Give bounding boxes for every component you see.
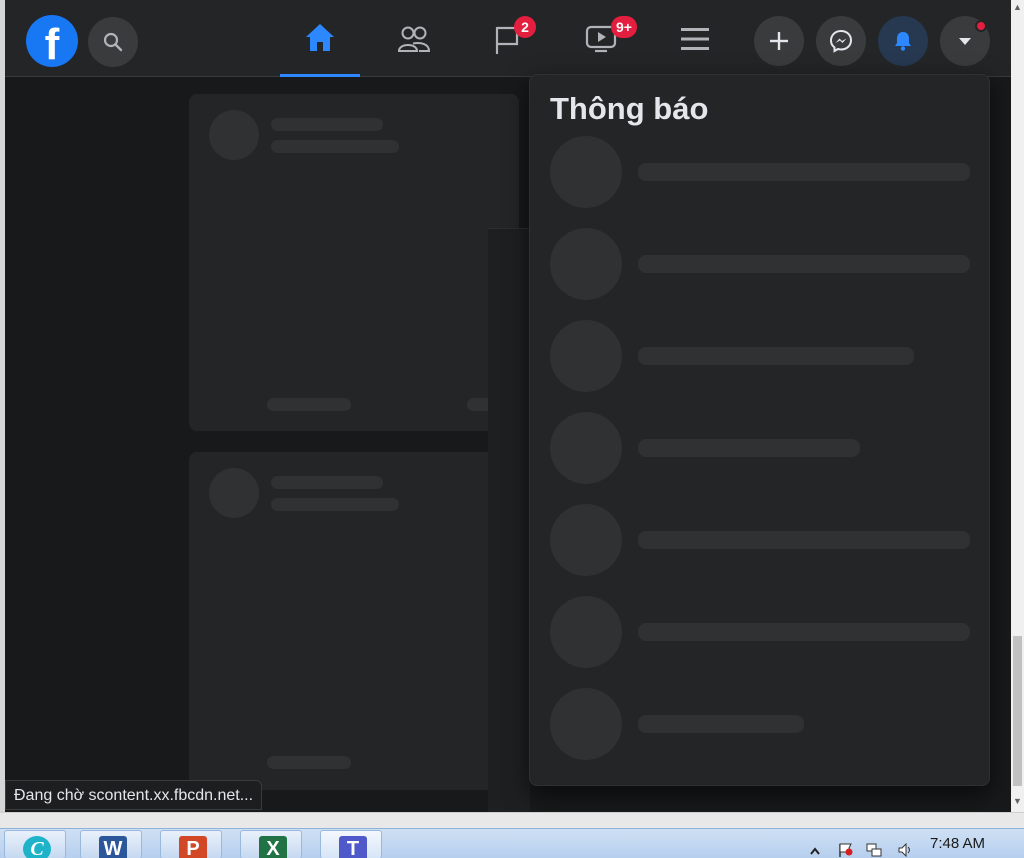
browser-status-bar: Đang chờ scontent.xx.fbcdn.net... bbox=[5, 780, 263, 810]
placeholder-line bbox=[638, 623, 970, 641]
notifications-title: Thông báo bbox=[550, 91, 709, 126]
home-icon bbox=[306, 24, 334, 51]
placeholder-avatar bbox=[550, 320, 622, 392]
facebook-logo[interactable]: f bbox=[26, 15, 78, 67]
center-column-overlay bbox=[488, 228, 530, 818]
placeholder-line bbox=[271, 476, 383, 489]
screen: f 2 9+ Thông báo ▲ ▼ Đang chờ scontent.x… bbox=[0, 0, 1024, 858]
hamburger-menu-icon bbox=[681, 27, 709, 50]
teams-icon: T bbox=[339, 836, 367, 858]
caret-down-icon bbox=[959, 38, 971, 45]
placeholder-line bbox=[638, 163, 970, 181]
placeholder-line bbox=[271, 140, 399, 153]
vertical-scrollbar[interactable]: ▲ ▼ bbox=[1011, 0, 1024, 812]
messenger-icon bbox=[829, 29, 853, 53]
taskbar-clock[interactable]: 7:48 AM bbox=[930, 835, 985, 852]
placeholder-avatar bbox=[550, 596, 622, 668]
taskbar-teams[interactable]: T bbox=[320, 830, 382, 858]
network-icon[interactable] bbox=[866, 843, 882, 857]
notifications-button[interactable] bbox=[878, 16, 928, 66]
browser-viewport: f 2 9+ Thông báo ▲ ▼ Đang chờ scontent.x… bbox=[0, 0, 1024, 828]
tray-expand-icon[interactable] bbox=[808, 843, 824, 857]
account-alert-dot bbox=[975, 20, 987, 32]
horizontal-scrollbar[interactable] bbox=[0, 812, 1024, 828]
scroll-up-arrow-icon[interactable]: ▲ bbox=[1011, 0, 1024, 14]
placeholder-line bbox=[271, 498, 399, 511]
watch-notification-badge: 9+ bbox=[611, 16, 637, 38]
notification-placeholder bbox=[550, 688, 970, 760]
placeholder-line bbox=[267, 398, 351, 411]
placeholder-avatar bbox=[550, 688, 622, 760]
placeholder-avatar bbox=[550, 228, 622, 300]
notifications-panel: Thông báo bbox=[529, 74, 990, 786]
placeholder-avatar bbox=[550, 412, 622, 484]
left-sidebar bbox=[5, 78, 185, 828]
scrollbar-thumb[interactable] bbox=[1013, 636, 1022, 786]
placeholder-avatar bbox=[550, 136, 622, 208]
notification-placeholder bbox=[550, 228, 970, 300]
top-navigation-bar: f 2 9+ bbox=[5, 0, 1011, 77]
tab-home[interactable] bbox=[280, 0, 360, 77]
tab-friends[interactable] bbox=[374, 0, 454, 77]
placeholder-line bbox=[638, 347, 914, 365]
volume-icon[interactable] bbox=[898, 842, 914, 858]
placeholder-line bbox=[638, 715, 804, 733]
notification-placeholder bbox=[550, 320, 970, 392]
action-center-flag-icon[interactable] bbox=[838, 843, 854, 857]
windows-taskbar: C W P X T 7:48 AM bbox=[0, 828, 1024, 858]
feed-post-placeholder bbox=[189, 94, 519, 431]
feed-post-placeholder bbox=[189, 452, 519, 790]
excel-icon: X bbox=[259, 836, 287, 858]
create-button[interactable] bbox=[754, 16, 804, 66]
placeholder-line bbox=[638, 255, 970, 273]
placeholder-avatar bbox=[209, 468, 259, 518]
account-button[interactable] bbox=[940, 16, 990, 66]
right-column-bottom bbox=[908, 788, 1011, 812]
search-icon bbox=[103, 32, 123, 52]
plus-icon bbox=[770, 32, 788, 50]
pages-notification-badge: 2 bbox=[514, 16, 536, 38]
placeholder-line bbox=[638, 531, 970, 549]
messenger-button[interactable] bbox=[816, 16, 866, 66]
word-icon: W bbox=[99, 836, 127, 858]
friends-icon bbox=[397, 26, 431, 52]
tab-watch[interactable]: 9+ bbox=[561, 0, 641, 77]
taskbar-canva[interactable]: C bbox=[4, 830, 66, 858]
canva-icon: C bbox=[23, 836, 51, 858]
placeholder-avatar bbox=[209, 110, 259, 160]
notification-placeholder bbox=[550, 596, 970, 668]
search-button[interactable] bbox=[88, 17, 138, 67]
notification-placeholder bbox=[550, 504, 970, 576]
placeholder-line bbox=[267, 756, 351, 769]
notification-placeholder bbox=[550, 136, 970, 208]
taskbar-powerpoint[interactable]: P bbox=[160, 830, 222, 858]
taskbar-excel[interactable]: X bbox=[240, 830, 302, 858]
notification-placeholder bbox=[550, 412, 970, 484]
placeholder-line bbox=[271, 118, 383, 131]
bell-icon bbox=[895, 32, 911, 51]
powerpoint-icon: P bbox=[179, 836, 207, 858]
tab-menu[interactable] bbox=[655, 0, 735, 77]
placeholder-line bbox=[638, 439, 860, 457]
placeholder-avatar bbox=[550, 504, 622, 576]
scroll-down-arrow-icon[interactable]: ▼ bbox=[1011, 794, 1024, 808]
tab-pages[interactable]: 2 bbox=[468, 0, 548, 77]
taskbar-word[interactable]: W bbox=[80, 830, 142, 858]
